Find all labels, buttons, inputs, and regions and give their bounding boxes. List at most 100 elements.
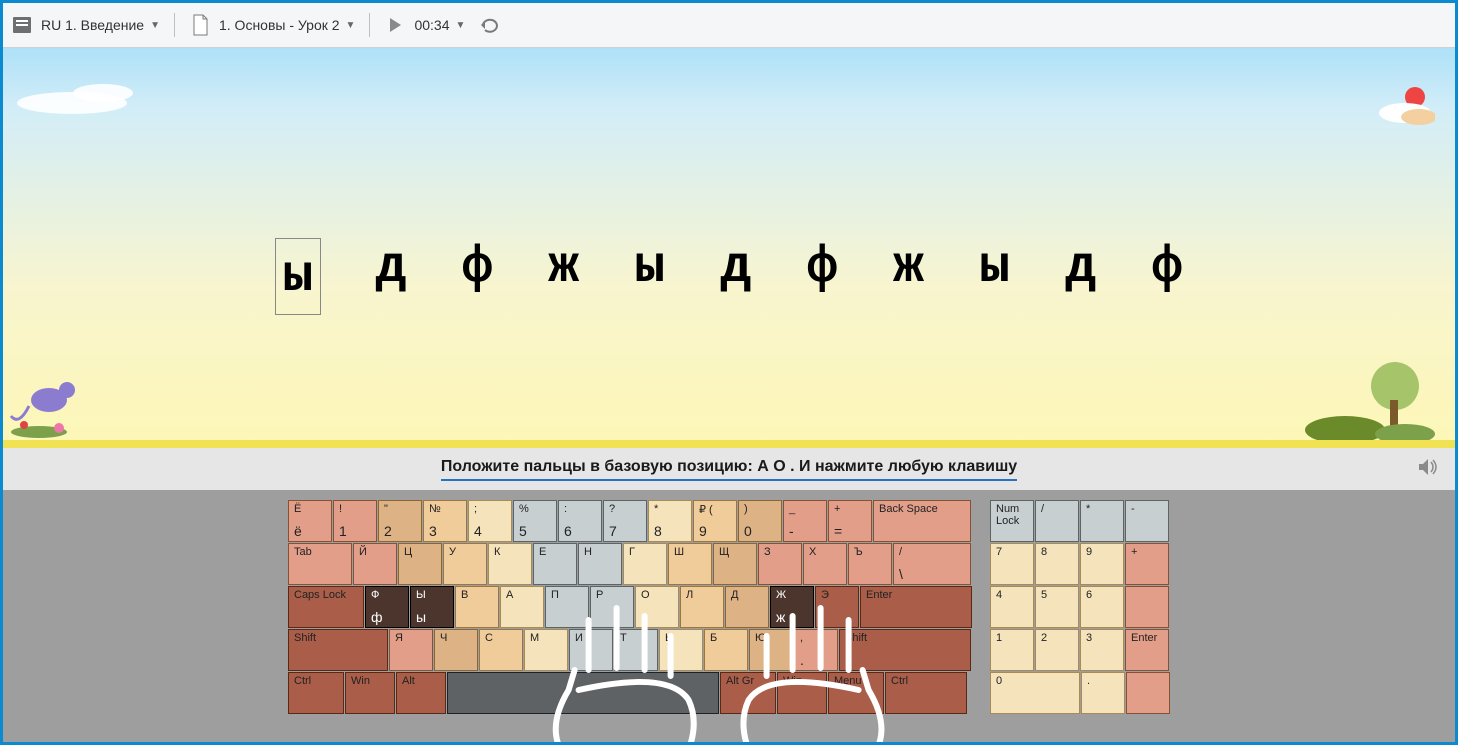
key[interactable]: Enter [1125, 629, 1169, 671]
key[interactable]: !1 [333, 500, 377, 542]
key[interactable]: Л [680, 586, 724, 628]
speaker-icon[interactable] [1417, 457, 1439, 482]
key[interactable]: Enter [860, 586, 972, 628]
key[interactable]: Ч [434, 629, 478, 671]
key[interactable]: Alt Gr [720, 672, 776, 714]
key[interactable]: З [758, 543, 802, 585]
key[interactable]: Ъ [848, 543, 892, 585]
key[interactable]: М [524, 629, 568, 671]
key[interactable]: Tab [288, 543, 352, 585]
key[interactable]: Н [578, 543, 622, 585]
key[interactable]: В [455, 586, 499, 628]
key[interactable]: Ю [749, 629, 793, 671]
toolbar: RU 1. Введение ▼ 1. Основы - Урок 2 ▼ 00… [3, 3, 1455, 48]
key-bot-label: ё [294, 523, 302, 539]
key[interactable]: Win [345, 672, 395, 714]
key[interactable]: Alt [396, 672, 446, 714]
undo-icon[interactable] [479, 14, 501, 36]
key[interactable]: ;4 [468, 500, 512, 542]
key[interactable]: Щ [713, 543, 757, 585]
key-bot-label: 1 [339, 523, 347, 539]
key[interactable]: Shift [288, 629, 388, 671]
key[interactable]: Ц [398, 543, 442, 585]
key[interactable]: К [488, 543, 532, 585]
key[interactable]: Г [623, 543, 667, 585]
key[interactable] [447, 672, 719, 714]
key[interactable]: Ctrl [885, 672, 967, 714]
key[interactable]: *8 [648, 500, 692, 542]
key[interactable]: Caps Lock [288, 586, 364, 628]
key[interactable]: Back Space [873, 500, 971, 542]
key[interactable]: Menu [828, 672, 884, 714]
key[interactable]: / [1035, 500, 1079, 542]
key[interactable]: - [1125, 500, 1169, 542]
key[interactable]: 3 [1080, 629, 1124, 671]
key[interactable]: 7 [990, 543, 1034, 585]
lesson-dropdown[interactable]: 1. Основы - Урок 2 ▼ [219, 17, 355, 33]
key[interactable]: Ш [668, 543, 712, 585]
key[interactable]: "2 [378, 500, 422, 542]
key[interactable]: Я [389, 629, 433, 671]
key-top-label: О [641, 589, 674, 601]
key[interactable]: %5 [513, 500, 557, 542]
key[interactable]: Д [725, 586, 769, 628]
key[interactable]: 1 [990, 629, 1034, 671]
key[interactable]: Х [803, 543, 847, 585]
key[interactable]: )0 [738, 500, 782, 542]
play-icon[interactable] [384, 14, 406, 36]
key[interactable]: ?7 [603, 500, 647, 542]
key-top-label: + [1131, 546, 1164, 558]
key[interactable]: О [635, 586, 679, 628]
key[interactable]: Фф [365, 586, 409, 628]
key[interactable]: + [1125, 543, 1169, 585]
key[interactable]: Ь [659, 629, 703, 671]
key[interactable]: Ёё [288, 500, 332, 542]
key-top-label: Р [596, 589, 629, 601]
key[interactable]: Р [590, 586, 634, 628]
key[interactable]: И [569, 629, 613, 671]
key[interactable]: Ctrl [288, 672, 344, 714]
key[interactable]: №3 [423, 500, 467, 542]
key-top-label: У [449, 546, 482, 558]
key[interactable]: А [500, 586, 544, 628]
key-top-label: - [1131, 503, 1164, 515]
key-top-label: ; [474, 503, 507, 515]
key[interactable]: _- [783, 500, 827, 542]
key[interactable]: Ыы [410, 586, 454, 628]
key-bot-label: 6 [564, 523, 572, 539]
key[interactable]: Б [704, 629, 748, 671]
key[interactable] [1125, 586, 1169, 628]
key[interactable]: У [443, 543, 487, 585]
key[interactable]: Num Lock [990, 500, 1034, 542]
key[interactable]: 8 [1035, 543, 1079, 585]
key[interactable]: 5 [1035, 586, 1079, 628]
key-bot-label: - [789, 523, 794, 539]
key[interactable]: Жж [770, 586, 814, 628]
key[interactable]: . [1081, 672, 1125, 714]
key[interactable]: Е [533, 543, 577, 585]
section-dropdown[interactable]: RU 1. Введение ▼ [41, 17, 160, 33]
key[interactable]: 6 [1080, 586, 1124, 628]
key[interactable]: Й [353, 543, 397, 585]
key[interactable]: С [479, 629, 523, 671]
key[interactable]: 4 [990, 586, 1034, 628]
time-dropdown[interactable]: 00:34 ▼ [414, 17, 465, 33]
key[interactable]: ₽ (9 [693, 500, 737, 542]
key[interactable]: Shift [839, 629, 971, 671]
key[interactable]: 9 [1080, 543, 1124, 585]
main-keyboard: Ёё!1"2№3;4%5:6?7*8₽ (9)0_-+=Back SpaceTa… [288, 500, 972, 714]
key-top-label: Ё [294, 503, 327, 515]
key-top-label: % [519, 503, 552, 515]
key[interactable]: Э [815, 586, 859, 628]
key[interactable]: Т [614, 629, 658, 671]
key[interactable]: П [545, 586, 589, 628]
key[interactable]: ,. [794, 629, 838, 671]
key[interactable]: /\ [893, 543, 971, 585]
key[interactable]: * [1080, 500, 1124, 542]
key[interactable]: 2 [1035, 629, 1079, 671]
key[interactable]: :6 [558, 500, 602, 542]
key[interactable]: += [828, 500, 872, 542]
key[interactable] [1126, 672, 1170, 714]
key[interactable]: 0 [990, 672, 1080, 714]
key[interactable]: Win [777, 672, 827, 714]
